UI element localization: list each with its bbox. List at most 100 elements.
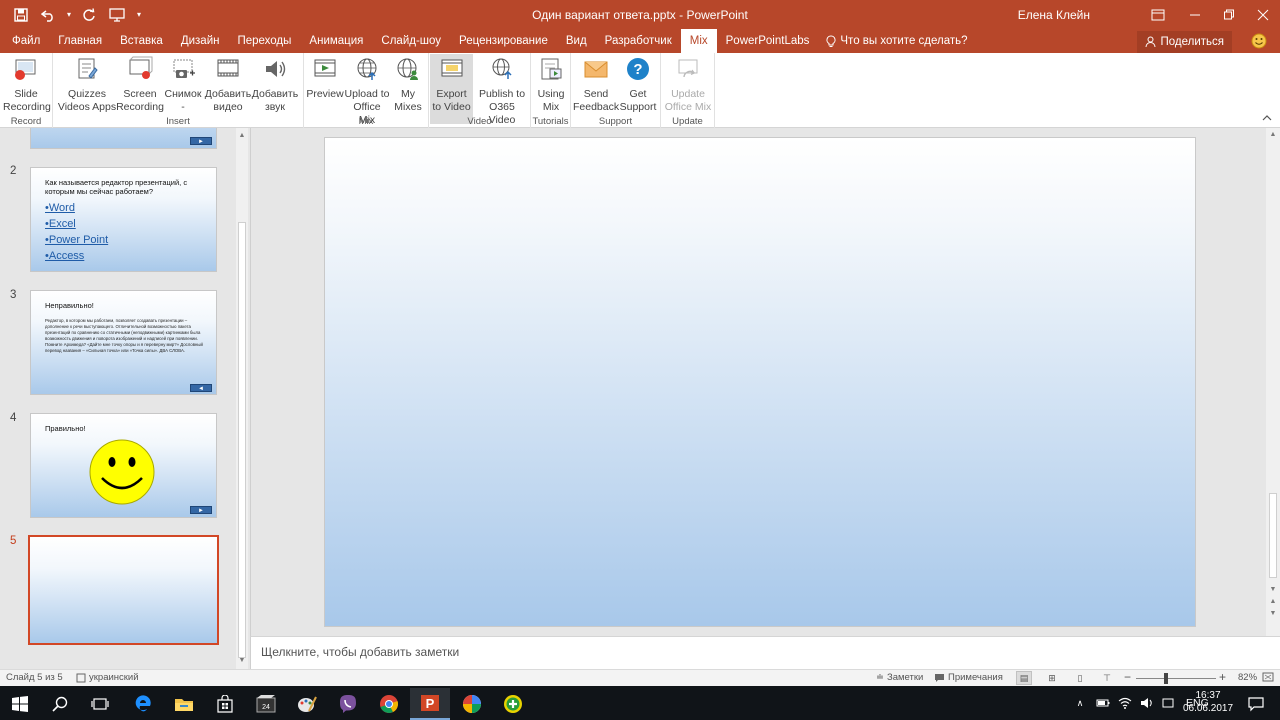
battery-icon[interactable] [1096, 698, 1110, 708]
file-explorer-icon[interactable] [164, 688, 204, 720]
video-editor-app-icon[interactable]: 24 [246, 688, 286, 720]
ribbon-display-options-icon[interactable] [1138, 0, 1178, 29]
update-office-mix-button[interactable]: Update Office Mix [663, 56, 713, 114]
wifi-icon[interactable] [1118, 697, 1132, 709]
scroll-up-icon[interactable]: ▲ [1266, 130, 1280, 140]
editor-scrollbar[interactable]: ▲ ▼ ▲ ▼ [1266, 128, 1280, 636]
tab-review[interactable]: Рецензирование [450, 29, 557, 53]
my-mixes-button[interactable]: My Mixes [388, 56, 428, 114]
publish-label-1: Publish to [478, 88, 526, 100]
minimize-icon[interactable] [1178, 0, 1212, 29]
tab-design[interactable]: Дизайн [172, 29, 229, 53]
export-to-video-button[interactable]: Export to Video [430, 54, 473, 124]
scrollbar-thumb[interactable] [1269, 493, 1277, 578]
volume-icon[interactable] [1140, 697, 1154, 709]
search-icon[interactable] [40, 688, 80, 720]
tab-animations[interactable]: Анимация [300, 29, 372, 53]
thumbnails-scrollbar[interactable]: ▲ ▼ [236, 128, 248, 669]
using-mix-button[interactable]: Using Mix [531, 56, 571, 114]
quick-access-toolbar: ▾ ▾ [0, 4, 146, 26]
ribbon: Slide Recording Record Quizzes Videos Ap… [0, 53, 1280, 128]
quizzes-button[interactable]: Quizzes Videos Apps [57, 56, 117, 114]
powerpoint-taskbar-icon[interactable]: P [410, 688, 450, 720]
task-view-icon[interactable] [80, 688, 120, 720]
send-feedback-button[interactable]: Send Feedback [573, 56, 619, 114]
scroll-up-icon[interactable]: ▲ [236, 130, 248, 142]
notes-pane[interactable]: Щелкните, чтобы добавить заметки [250, 636, 1280, 669]
tab-slideshow[interactable]: Слайд-шоу [372, 29, 450, 53]
undo-icon[interactable] [36, 4, 62, 26]
viber-icon[interactable] [328, 688, 368, 720]
collapse-ribbon-icon[interactable] [1262, 114, 1272, 125]
action-center-flag-icon[interactable] [1162, 697, 1174, 709]
tab-home[interactable]: Главная [49, 29, 111, 53]
user-name[interactable]: Елена Клейн [1018, 8, 1090, 22]
tab-developer[interactable]: Разработчик [596, 29, 681, 53]
add-audio-button[interactable]: Добавить звук [251, 56, 299, 114]
svg-text:?: ? [633, 61, 642, 78]
group-label-insert: Insert [166, 116, 190, 127]
ribbon-tabs: Файл Главная Вставка Дизайн Переходы Ани… [0, 29, 1280, 53]
screen-recording-button[interactable]: Screen Recording [115, 56, 165, 114]
add-video-button[interactable]: Добавить видео [203, 56, 253, 114]
slide-thumbnail-4[interactable]: Правильно! ► [30, 413, 217, 518]
tell-me-search[interactable]: Что вы хотите сделать? [818, 29, 975, 53]
scroll-down-icon[interactable]: ▼ [236, 655, 248, 667]
using-mix-label-2: Mix [542, 101, 560, 113]
slide-thumbnail-2[interactable]: Как называется редактор презентаций, с к… [30, 167, 217, 272]
save-icon[interactable] [8, 4, 34, 26]
chrome-icon[interactable] [369, 688, 409, 720]
slide-thumbnail-1[interactable]: ► [30, 128, 217, 149]
slide-thumbnail-5[interactable] [28, 535, 219, 645]
taskbar-clock[interactable]: 16:37 06.06.2017 [1180, 689, 1236, 715]
comments-toggle[interactable]: Примечания [934, 672, 1003, 683]
pinwheel-app-icon[interactable] [452, 688, 492, 720]
zoom-slider[interactable] [1136, 678, 1216, 679]
store-icon[interactable] [205, 688, 245, 720]
normal-view-icon[interactable]: ▤ [1016, 671, 1032, 685]
previous-slide-icon[interactable]: ▲ [1266, 597, 1280, 607]
green-plus-app-icon[interactable] [493, 688, 533, 720]
smiley-face-icon [89, 439, 155, 505]
tab-file[interactable]: Файл [0, 29, 49, 53]
scroll-down-icon[interactable]: ▼ [1266, 585, 1280, 595]
start-slideshow-icon[interactable] [104, 4, 130, 26]
edge-browser-icon[interactable] [123, 688, 163, 720]
fit-to-window-icon[interactable] [1262, 672, 1274, 682]
feedback-smiley-icon[interactable] [1250, 32, 1268, 50]
slideshow-view-icon[interactable]: ⊤ [1099, 671, 1115, 685]
tab-powerpointlabs[interactable]: PowerPointLabs [717, 29, 819, 53]
undo-dropdown-icon[interactable]: ▾ [64, 4, 74, 26]
get-support-button[interactable]: ? Get Support [617, 56, 659, 114]
upload-to-office-mix-button[interactable]: Upload to Office Mix [344, 56, 390, 126]
snapshot-button[interactable]: Снимок - [161, 56, 205, 114]
next-slide-icon[interactable]: ▼ [1266, 609, 1280, 619]
zoom-in-icon[interactable]: + [1219, 670, 1226, 684]
zoom-level[interactable]: 82% [1238, 672, 1257, 683]
tab-view[interactable]: Вид [557, 29, 596, 53]
tab-mix[interactable]: Mix [680, 29, 717, 53]
slide-thumbnail-3[interactable]: Неправильно! Редактор, в котором мы рабо… [30, 290, 217, 395]
notes-toggle[interactable]: ≐ Заметки [876, 672, 923, 683]
paint-app-icon[interactable] [287, 688, 327, 720]
show-hidden-icons-icon[interactable]: ∧ [1070, 698, 1090, 709]
reading-view-icon[interactable]: ▯ [1072, 671, 1088, 685]
windows-start-icon[interactable] [0, 688, 40, 720]
tab-transitions[interactable]: Переходы [228, 29, 300, 53]
tab-insert[interactable]: Вставка [111, 29, 172, 53]
restore-icon[interactable] [1212, 0, 1246, 29]
zoom-out-icon[interactable]: − [1124, 670, 1131, 684]
share-button[interactable]: Поделиться [1137, 31, 1232, 53]
slide-recording-button[interactable]: Slide Recording [3, 56, 51, 114]
close-icon[interactable] [1246, 0, 1280, 29]
publish-to-o365-video-button[interactable]: Publish to O365 Video [475, 56, 529, 126]
slide-sorter-view-icon[interactable]: ⊞ [1044, 671, 1060, 685]
language-indicator[interactable]: украинский [76, 672, 139, 683]
scrollbar-thumb[interactable] [238, 222, 246, 658]
current-slide-canvas[interactable] [324, 137, 1196, 627]
customize-qat-icon[interactable]: ▾ [132, 4, 146, 26]
redo-icon[interactable] [76, 4, 102, 26]
zoom-slider-handle[interactable] [1164, 673, 1168, 684]
notifications-icon[interactable] [1238, 688, 1274, 720]
preview-button[interactable]: Preview [304, 56, 346, 114]
